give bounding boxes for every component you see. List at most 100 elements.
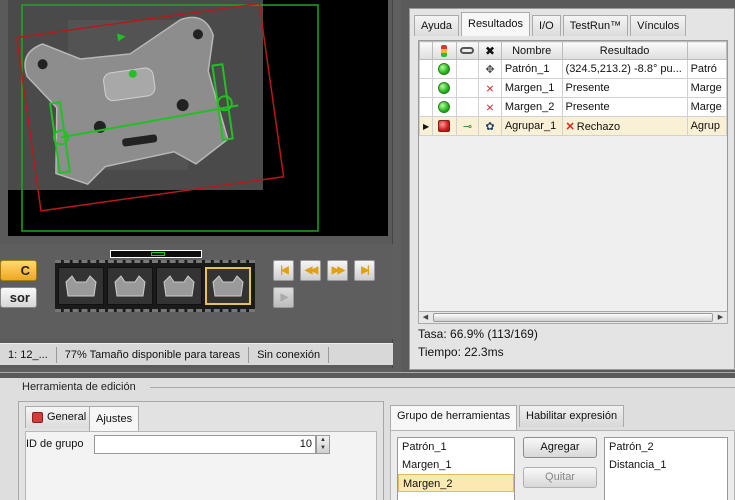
tab-general[interactable]: General (25, 406, 94, 428)
list-item[interactable]: Distancia_1 (605, 456, 727, 474)
edit-tool-pane: Herramienta de edición General Ajustes I… (0, 372, 735, 500)
list-item[interactable]: Patrón_2 (605, 438, 727, 456)
row-arrow (419, 78, 434, 98)
table-row-selected[interactable]: ▶ ⊸ ✿ Agrupar_1 ✕ Rechazo Agrup (419, 116, 727, 136)
list-item-selected[interactable]: Margen_2 (398, 474, 514, 492)
header-name[interactable]: Nombre (500, 41, 563, 60)
part-thumbnail-icon (65, 275, 97, 297)
group-id-stepper[interactable]: ▲ ▼ (316, 435, 330, 454)
settings-panel: ID de grupo 10 ▲ ▼ (25, 431, 377, 500)
filmstrip-frame[interactable] (107, 267, 153, 305)
tab-help[interactable]: Ayuda (414, 15, 459, 36)
filmstrip-frame-selected[interactable] (205, 267, 251, 305)
header-tool[interactable]: ✖ (478, 41, 502, 60)
status-cell (432, 116, 457, 136)
table-row[interactable]: ⨯ Margen_2 Presente Marge (419, 97, 727, 117)
table-row[interactable]: ✥ Patrón_1 (324.5,213.2) -8.8° pu... Pat… (419, 59, 727, 79)
row-result: ✕ Rechazo (561, 116, 688, 136)
results-tab-bar: Ayuda Resultados I/O TestRun™ Vínculos (414, 12, 688, 36)
row-arrow: ▶ (419, 116, 434, 136)
link-cell: ⊸ (455, 116, 480, 136)
sensor-button[interactable]: sor (0, 287, 37, 308)
row-result: Presente (561, 97, 688, 117)
link-cell (455, 59, 480, 79)
link-cell (455, 78, 480, 98)
processing-time: Tiempo: 22.3ms (418, 345, 504, 359)
previous-frame-button[interactable]: ◀◀ (300, 260, 321, 281)
filmstrip-frame[interactable] (156, 267, 202, 305)
header-extra[interactable] (686, 41, 727, 60)
play-button[interactable]: ▶ (273, 287, 294, 308)
chevron-up-icon[interactable]: ▲ (320, 437, 326, 443)
timeline-marker[interactable] (151, 252, 165, 256)
filmstrip-frame[interactable] (58, 267, 104, 305)
tab-tool-group[interactable]: Grupo de herramientas (390, 405, 518, 430)
tool-cell: ✿ (478, 116, 502, 136)
scroll-right-icon[interactable]: ▶ (715, 313, 726, 322)
scrollbar-thumb[interactable] (433, 313, 713, 322)
results-panel: Ayuda Resultados I/O TestRun™ Vínculos ✖… (409, 8, 735, 370)
status-job: 1: 12_... (0, 346, 57, 363)
tab-general-label: General (47, 411, 87, 423)
header-link[interactable] (455, 41, 480, 60)
tool-cell: ✥ (478, 59, 502, 79)
part-image (8, 0, 319, 232)
tab-links[interactable]: Vínculos (630, 15, 687, 36)
pattern-tool-icon: ✥ (485, 63, 495, 76)
remove-button[interactable]: Quitar (523, 467, 597, 488)
status-cell (432, 59, 457, 79)
available-tools-list[interactable]: Patrón_1 Margen_1 Margen_2 (397, 437, 515, 500)
link-cell (455, 97, 480, 117)
tab-enable-expression[interactable]: Habilitar expresión (519, 405, 625, 427)
status-cell (432, 97, 457, 117)
edge-tool-icon: ⨯ (485, 82, 495, 95)
tab-testrun[interactable]: TestRun™ (562, 15, 629, 36)
list-item[interactable]: Margen_1 (398, 456, 514, 474)
tab-io[interactable]: I/O (532, 15, 561, 36)
group-id-input[interactable]: 10 (94, 435, 316, 454)
row-name: Patrón_1 (500, 59, 563, 79)
inspection-image[interactable] (8, 0, 388, 236)
link-icon (460, 47, 475, 55)
splitter[interactable] (0, 373, 735, 378)
status-memory: 77% Tamaño disponible para tareas (57, 346, 250, 363)
play-icon: ▶ (280, 292, 289, 303)
tool-group-panel: Patrón_1 Margen_1 Margen_2 Agregar Quita… (390, 430, 735, 500)
tools-icon: ✖ (485, 43, 496, 58)
tab-results[interactable]: Resultados (461, 12, 531, 36)
horizontal-scrollbar[interactable]: ◀ ▶ (418, 311, 728, 324)
scroll-left-icon[interactable]: ◀ (420, 313, 431, 322)
timeline-bar[interactable] (110, 250, 202, 258)
results-pane: Ayuda Resultados I/O TestRun™ Vínculos ✖… (401, 0, 735, 372)
next-frame-button[interactable]: ▶▶ (327, 260, 348, 281)
first-frame-button[interactable]: |◀ (273, 260, 294, 281)
rewind-icon: ◀◀ (304, 265, 318, 276)
fail-status-icon (438, 120, 451, 133)
status-bar: 1: 12_... 77% Tamaño disponible para tar… (0, 343, 393, 365)
tab-settings[interactable]: Ajustes (89, 406, 140, 431)
divider (150, 387, 735, 388)
group-tool-icon: ✿ (485, 120, 495, 133)
list-item[interactable]: Patrón_1 (398, 438, 514, 456)
table-header-row: ✖ Nombre Resultado (419, 41, 727, 60)
chevron-down-icon[interactable]: ▼ (320, 445, 326, 451)
header-result[interactable]: Resultado (561, 41, 688, 60)
header-status[interactable] (432, 41, 457, 60)
reject-icon: ✕ (565, 120, 575, 133)
last-frame-button[interactable]: ▶| (354, 260, 375, 281)
status-cell (432, 78, 457, 98)
row-extra: Marge (686, 97, 727, 117)
add-button[interactable]: Agregar (523, 437, 597, 458)
error-status-icon (32, 412, 43, 423)
skip-back-icon: |◀ (280, 265, 288, 276)
tool-cell: ⨯ (478, 97, 502, 117)
pass-status-icon (438, 82, 451, 95)
table-row[interactable]: ⨯ Margen_1 Presente Marge (419, 78, 727, 98)
status-connection: Sin conexión (249, 346, 330, 363)
row-result-text: Rechazo (576, 120, 621, 133)
part-thumbnail-icon (114, 275, 146, 297)
part-thumbnail-icon (212, 275, 244, 297)
header-arrow (419, 41, 434, 60)
trigger-button[interactable]: C (0, 260, 37, 281)
group-members-list[interactable]: Patrón_2 Distancia_1 (604, 437, 728, 500)
